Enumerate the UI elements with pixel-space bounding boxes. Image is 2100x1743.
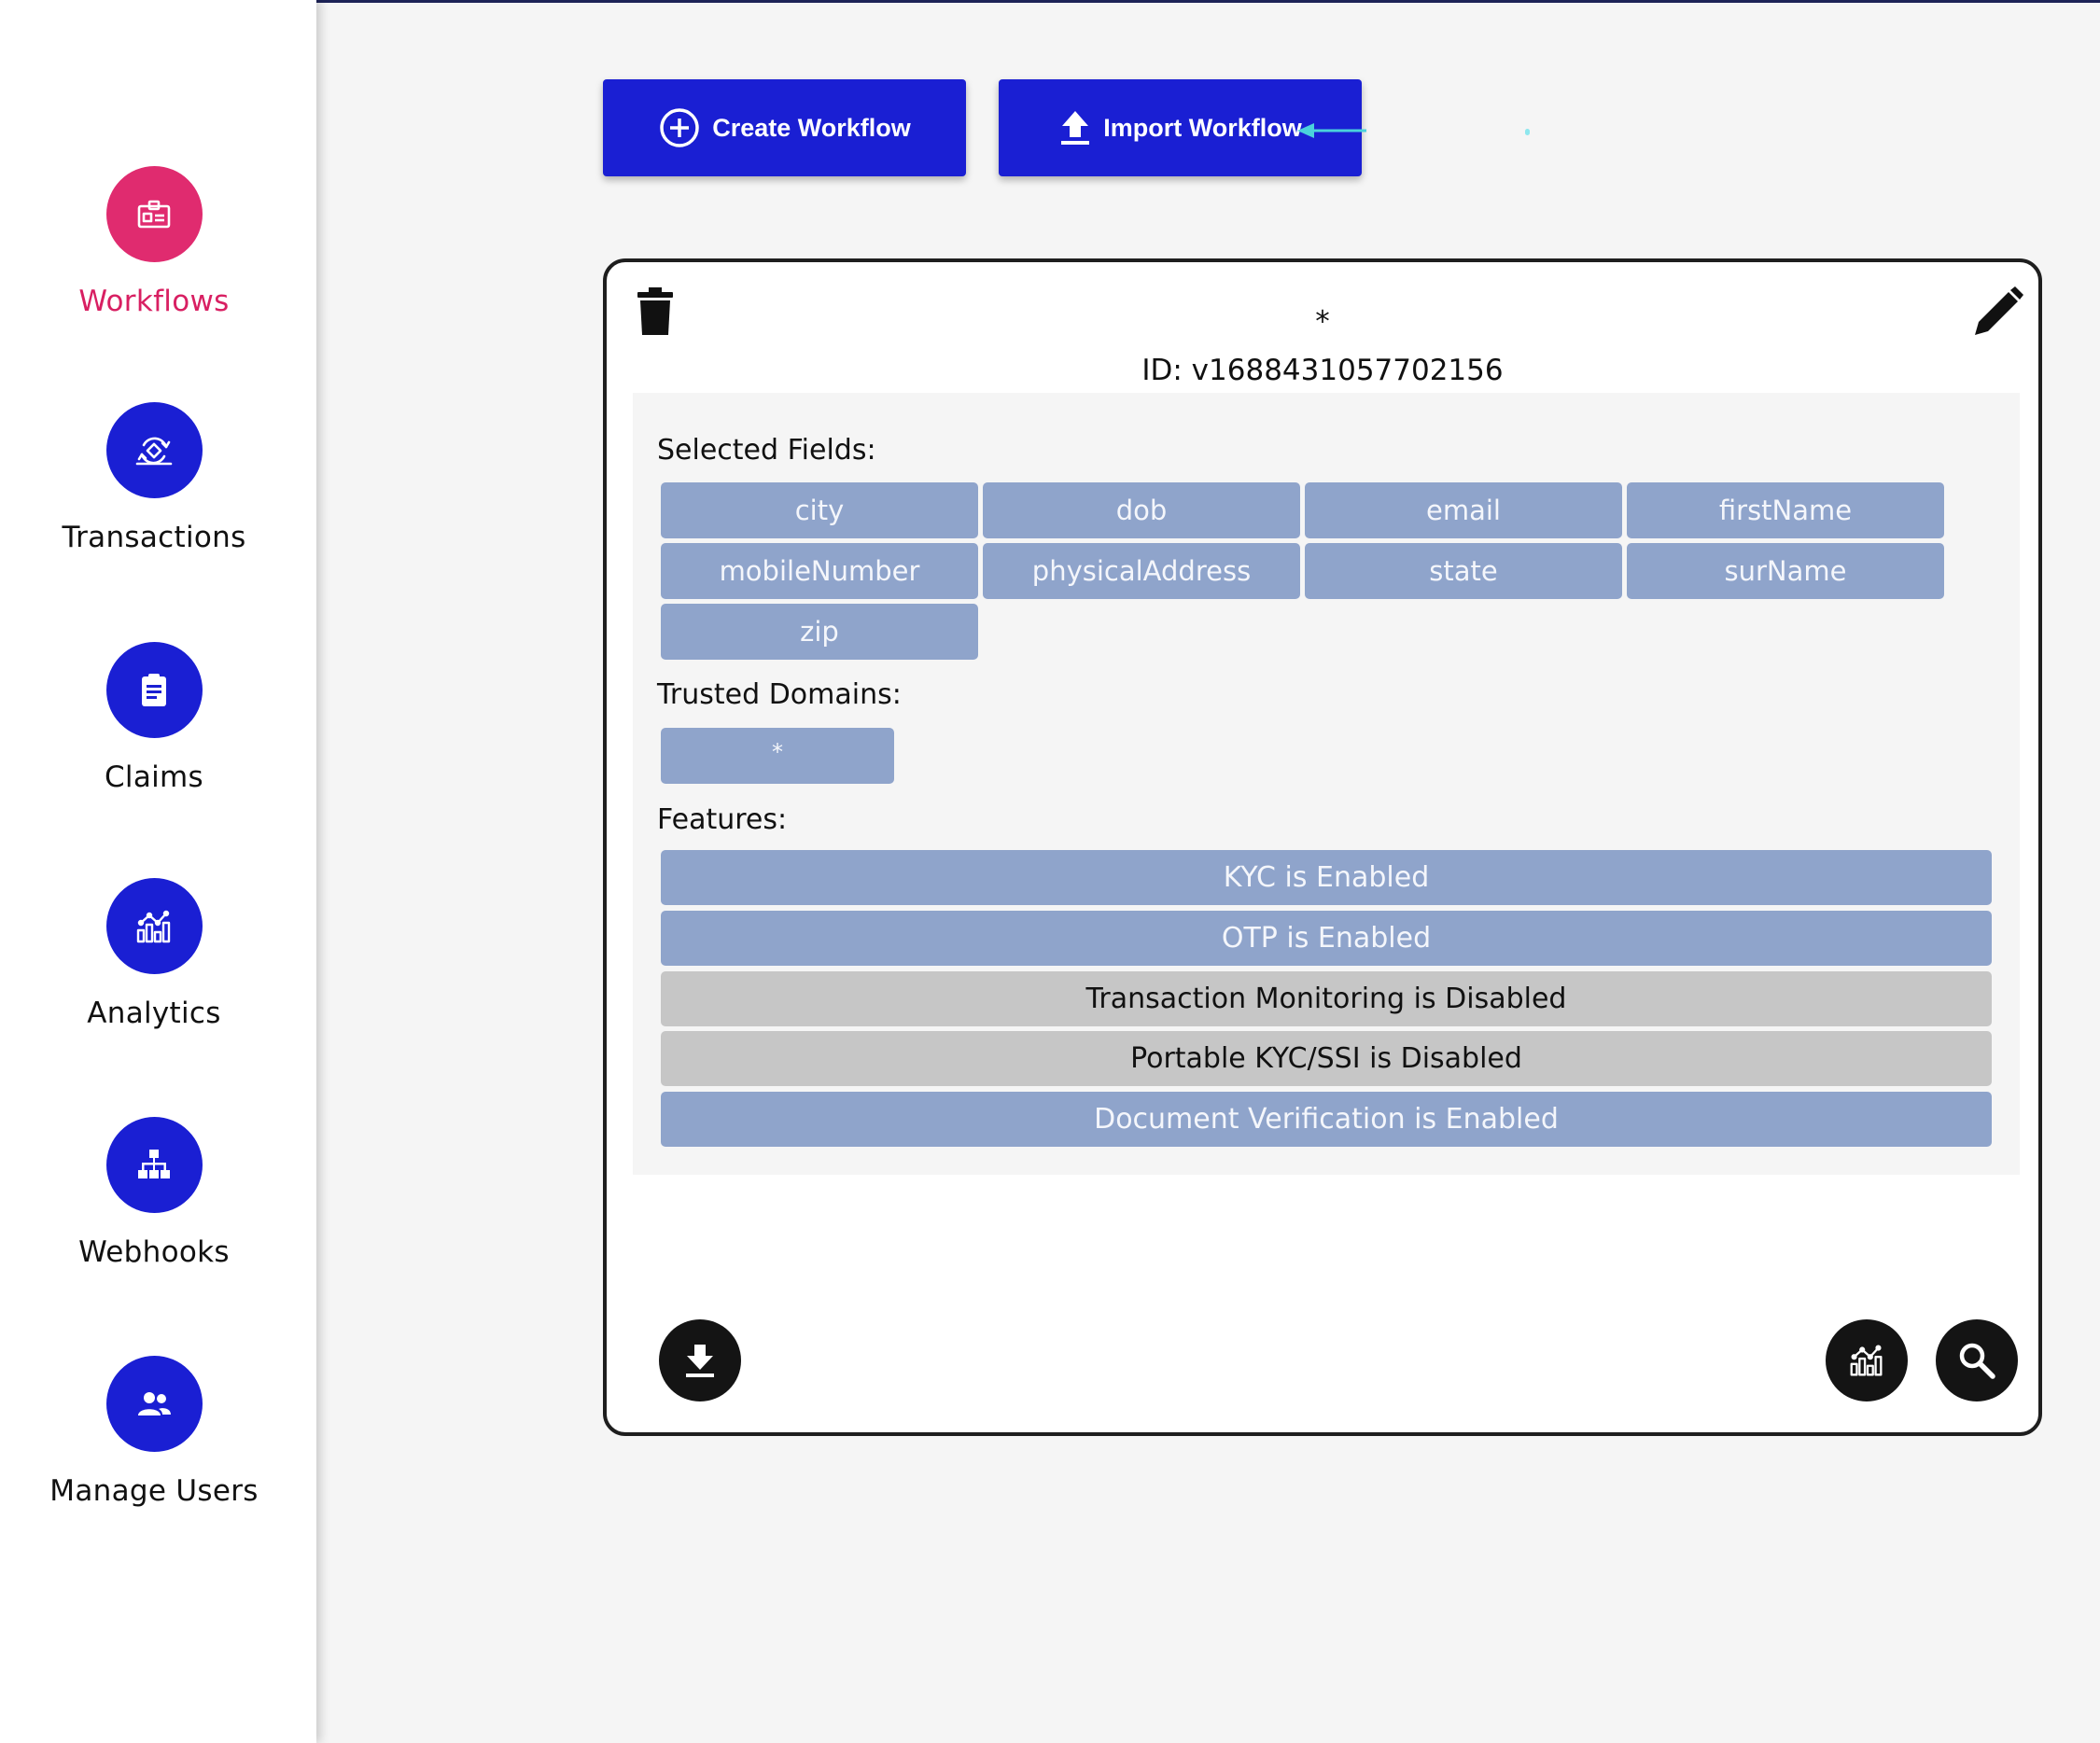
features-title: Features:: [657, 803, 788, 836]
field-chip: surName: [1627, 543, 1944, 599]
sidebar-item-label: Webhooks: [78, 1235, 230, 1269]
field-chip: state: [1305, 543, 1622, 599]
feature-otp: OTP is Enabled: [661, 911, 1992, 966]
add-circle-icon: [660, 108, 699, 147]
sidebar-item-label: Workflows: [78, 285, 230, 318]
webhook-icon: [105, 1117, 203, 1213]
field-chip: mobileNumber: [661, 543, 978, 599]
workflow-card: * ID: v1688431057702156 Selected Fields:…: [603, 258, 2042, 1436]
download-icon: [686, 1345, 714, 1377]
workflow-details: Selected Fields: city dob email firstNam…: [633, 393, 2020, 1175]
analytics-button[interactable]: [1826, 1319, 1908, 1401]
sidebar-item-claims[interactable]: Claims: [0, 642, 308, 794]
selected-fields-title: Selected Fields:: [657, 434, 876, 467]
search-icon: [1959, 1343, 1995, 1379]
annotation-arrow-icon: [1297, 123, 1366, 138]
clipboard-icon: [105, 642, 203, 738]
users-icon: [105, 1356, 203, 1452]
upload-icon: [1061, 111, 1090, 145]
search-button[interactable]: [1936, 1319, 2018, 1401]
import-workflow-label: Import Workflow: [1103, 113, 1302, 142]
sidebar-item-label: Claims: [104, 760, 204, 794]
feature-portable-kyc: Portable KYC/SSI is Disabled: [661, 1031, 1992, 1086]
sidebar-item-manage-users[interactable]: Manage Users: [0, 1356, 308, 1508]
trusted-domains-title: Trusted Domains:: [657, 678, 902, 711]
analytics-icon: [105, 878, 203, 974]
feature-document-verification: Document Verification is Enabled: [661, 1092, 1992, 1147]
analytics-icon: [1850, 1345, 1883, 1376]
field-chip: email: [1305, 482, 1622, 538]
sidebar-item-workflows[interactable]: Workflows: [0, 166, 308, 318]
sidebar-item-transactions[interactable]: Transactions: [0, 402, 308, 554]
annotation-dot: [1525, 129, 1530, 135]
transactions-icon: [105, 402, 203, 498]
sidebar-item-label: Transactions: [62, 521, 246, 554]
workflow-id: ID: v1688431057702156: [1141, 354, 1504, 387]
sidebar: Workflows Transactions Claims Analytics …: [0, 0, 316, 1743]
id-card-icon: [105, 166, 203, 262]
domain-chip: *: [661, 728, 894, 784]
workflow-name: *: [1315, 305, 1330, 339]
sidebar-item-label: Manage Users: [49, 1474, 259, 1508]
feature-transaction-monitoring: Transaction Monitoring is Disabled: [661, 971, 1992, 1026]
field-chip: zip: [661, 604, 978, 660]
field-chip: city: [661, 482, 978, 538]
download-button[interactable]: [659, 1319, 741, 1401]
sidebar-item-analytics[interactable]: Analytics: [0, 878, 308, 1030]
create-workflow-button[interactable]: Create Workflow: [603, 79, 966, 176]
create-workflow-label: Create Workflow: [712, 113, 911, 142]
sidebar-item-webhooks[interactable]: Webhooks: [0, 1117, 308, 1269]
field-chip: physicalAddress: [983, 543, 1300, 599]
sidebar-item-label: Analytics: [87, 997, 221, 1030]
field-chip: dob: [983, 482, 1300, 538]
feature-kyc: KYC is Enabled: [661, 850, 1992, 905]
field-chip: firstName: [1627, 482, 1944, 538]
